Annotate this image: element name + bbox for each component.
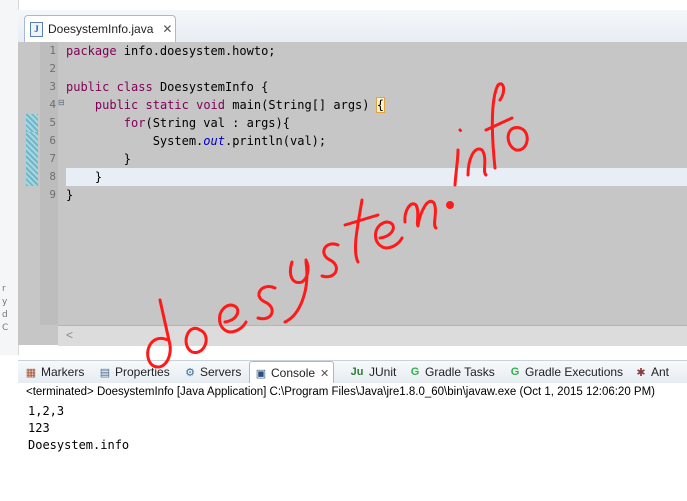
scroll-left-icon[interactable]: < (66, 328, 73, 342)
fold-toggle-icon[interactable]: ⊟ (58, 98, 66, 107)
code-editor[interactable]: 1 2 3 4 5 6 7 8 9 ⊟ package info.doesyst… (18, 42, 687, 346)
editor-tab-label: DoesystemInfo.java (48, 22, 154, 36)
views-tab-bar: ▦ Markers ▤ Properties ⚙ Servers ▣ Conso… (18, 360, 687, 384)
tab-label: Gradle Executions (525, 365, 624, 379)
markers-icon: ▦ (25, 366, 37, 379)
tab-label: Ant (651, 365, 670, 379)
code-line-9: } (66, 188, 74, 202)
keyword: static (145, 98, 189, 112)
console-view[interactable]: <terminated> DoesystemInfo [Java Applica… (18, 383, 687, 501)
tab-gradle-tasks[interactable]: G Gradle Tasks (408, 362, 495, 382)
close-icon[interactable]: ✕ (320, 367, 329, 380)
line-number: 4 (49, 98, 56, 111)
code-line-6: System.out.println(val); (66, 132, 687, 150)
gradle-executions-icon: G (510, 366, 520, 378)
tab-junit[interactable]: Ju JUnit (348, 362, 397, 382)
close-icon[interactable]: ✕ (162, 22, 172, 36)
line-number: 2 (49, 62, 56, 75)
keyword: void (196, 98, 225, 112)
code-text: DoesystemInfo { (152, 80, 269, 94)
keyword: class (116, 80, 153, 94)
line-number: 6 (49, 134, 56, 147)
horizontal-scrollbar[interactable]: < (58, 325, 687, 346)
code-line-5: for(String val : args){ (66, 114, 687, 132)
code-text-area[interactable]: package info.doesystem.howto; public cla… (66, 42, 687, 325)
console-output: 1,2,3 123 Doesystem.info (28, 403, 129, 454)
change-ruler (26, 42, 40, 325)
line-number: 9 (49, 188, 56, 201)
line-number: 5 (49, 116, 56, 129)
tab-label: Markers (41, 365, 85, 379)
console-output-line: 1,2,3 (28, 404, 65, 418)
tab-gradle-executions[interactable]: G Gradle Executions (508, 362, 623, 382)
left-panel-text: y (2, 297, 8, 307)
code-line-1: package info.doesystem.howto; (66, 42, 687, 60)
tab-label: Servers (200, 365, 242, 379)
code-line-7: } (66, 152, 132, 166)
static-field: out (203, 134, 225, 148)
line-number-gutter: 1 2 3 4 5 6 7 8 9 (40, 42, 58, 325)
editor-tab-doesysteminfo[interactable]: J DoesystemInfo.java ✕ (24, 15, 176, 42)
code-text: info.doesystem.howto; (116, 44, 276, 58)
tab-console[interactable]: ▣ Console ✕ (249, 361, 335, 384)
code-line-8: } (66, 168, 687, 186)
editor-tab-bar: J DoesystemInfo.java ✕ (18, 10, 687, 43)
keyword: public (66, 80, 110, 94)
tab-label: JUnit (369, 365, 397, 379)
change-marker (26, 132, 38, 186)
console-icon: ▣ (255, 367, 267, 380)
line-number: 8 (49, 170, 56, 183)
junit-icon: Ju (350, 366, 364, 378)
left-panel-text: C (2, 323, 9, 333)
code-line-3: public class DoesystemInfo { (66, 78, 687, 96)
code-text: main(String[] args) (225, 98, 377, 112)
left-panel-text: d (2, 310, 8, 320)
tab-markers[interactable]: ▦ Markers (24, 362, 85, 382)
tab-properties[interactable]: ▤ Properties (98, 362, 170, 382)
keyword: for (123, 116, 146, 130)
line-number: 1 (49, 44, 56, 57)
line-number: 3 (49, 80, 56, 93)
console-output-line: Doesystem.info (28, 438, 130, 452)
servers-icon: ⚙ (185, 366, 195, 379)
code-text: .println(val); (224, 134, 327, 148)
java-file-icon: J (30, 21, 43, 37)
left-panel-text: r (2, 284, 6, 294)
tab-label: Gradle Tasks (425, 365, 495, 379)
left-panel-edge: r y d C (0, 0, 19, 355)
keyword: package (66, 44, 117, 58)
code-line-4: public static void main(String[] args) { (66, 96, 687, 114)
line-number: 7 (49, 152, 56, 165)
properties-icon: ▤ (99, 366, 111, 379)
gradle-tasks-icon: G (410, 366, 420, 378)
console-status-line: <terminated> DoesystemInfo [Java Applica… (26, 386, 655, 398)
ant-icon: ✱ (636, 366, 646, 379)
keyword: public (94, 98, 139, 112)
code-text: (String val : args){ (145, 116, 290, 130)
tab-label: Properties (115, 365, 170, 379)
change-marker (26, 114, 38, 132)
tab-ant[interactable]: ✱ Ant (634, 362, 669, 382)
tab-label: Console (271, 366, 316, 380)
matching-bracket: { (375, 97, 385, 113)
tab-servers[interactable]: ⚙ Servers (183, 362, 241, 382)
console-output-line: 123 (28, 421, 50, 435)
code-text: System. (66, 134, 204, 148)
